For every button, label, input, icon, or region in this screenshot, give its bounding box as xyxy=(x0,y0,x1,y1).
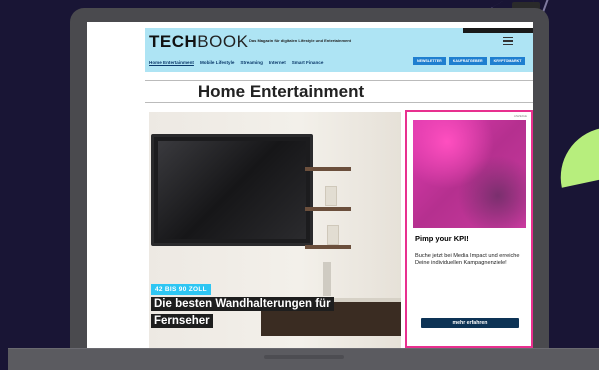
logo-bold: TECH xyxy=(149,32,198,51)
decor-image xyxy=(325,186,337,206)
nav-item-streaming[interactable]: Streaming xyxy=(240,60,262,65)
site-logo[interactable]: TECHBOOK xyxy=(149,33,248,50)
main-nav: Home Entertainment Mobile Lifestyle Stre… xyxy=(149,60,323,65)
nav-item-mobile-lifestyle[interactable]: Mobile Lifestyle xyxy=(200,60,234,65)
header-dark-bar xyxy=(463,28,533,33)
nav-item-smart-finance[interactable]: Smart Finance xyxy=(292,60,324,65)
logo-light: BOOK xyxy=(197,32,249,51)
advertisement[interactable]: ANZEIGE Pimp your KPI! Buche jetzt bei M… xyxy=(405,110,533,348)
decor-image xyxy=(327,225,339,245)
divider xyxy=(145,102,533,103)
ad-label: ANZEIGE xyxy=(513,114,527,118)
nav-item-home-entertainment[interactable]: Home Entertainment xyxy=(149,60,194,65)
speaker-image xyxy=(323,262,331,296)
divider xyxy=(145,80,533,81)
site-tagline: Das Magazin für digitalen Lifestyle und … xyxy=(249,38,352,43)
ad-text: Buche jetzt bei Media Impact und erreich… xyxy=(415,253,520,266)
kryptomarkt-button[interactable]: KRYPTOMARKT xyxy=(489,57,526,65)
hero-article[interactable]: 42 BIS 90 ZOLL Die besten Wandhalterunge… xyxy=(149,112,401,348)
site-header: TECHBOOK Das Magazin für digitalen Lifes… xyxy=(145,28,533,72)
shelf-image xyxy=(305,245,351,249)
nav-item-internet[interactable]: Internet xyxy=(269,60,286,65)
laptop-screen: TECHBOOK Das Magazin für digitalen Lifes… xyxy=(87,22,533,348)
page-title: Home Entertainment xyxy=(197,82,365,101)
hero-title-text: Die besten Wandhalterungen für Fernseher xyxy=(151,297,334,328)
shelf-image xyxy=(305,167,351,171)
kaufratgeber-button[interactable]: KAUFRATGEBER xyxy=(448,57,487,65)
menu-icon[interactable] xyxy=(503,37,513,45)
hero-badge: 42 BIS 90 ZOLL xyxy=(151,284,211,295)
ad-title: Pimp your KPI! xyxy=(415,234,469,243)
hero-title[interactable]: Die besten Wandhalterungen für Fernseher xyxy=(151,296,391,330)
shelf-image xyxy=(305,207,351,211)
tv-image xyxy=(151,134,313,246)
header-buttons: NEWSLETTER KAUFRATGEBER KRYPTOMARKT xyxy=(413,57,526,65)
laptop-base xyxy=(8,348,599,370)
newsletter-button[interactable]: NEWSLETTER xyxy=(413,57,446,65)
ad-cta-button[interactable]: mehr erfahren xyxy=(421,318,519,328)
ad-image[interactable] xyxy=(413,120,526,228)
decorative-swoosh xyxy=(551,126,599,188)
